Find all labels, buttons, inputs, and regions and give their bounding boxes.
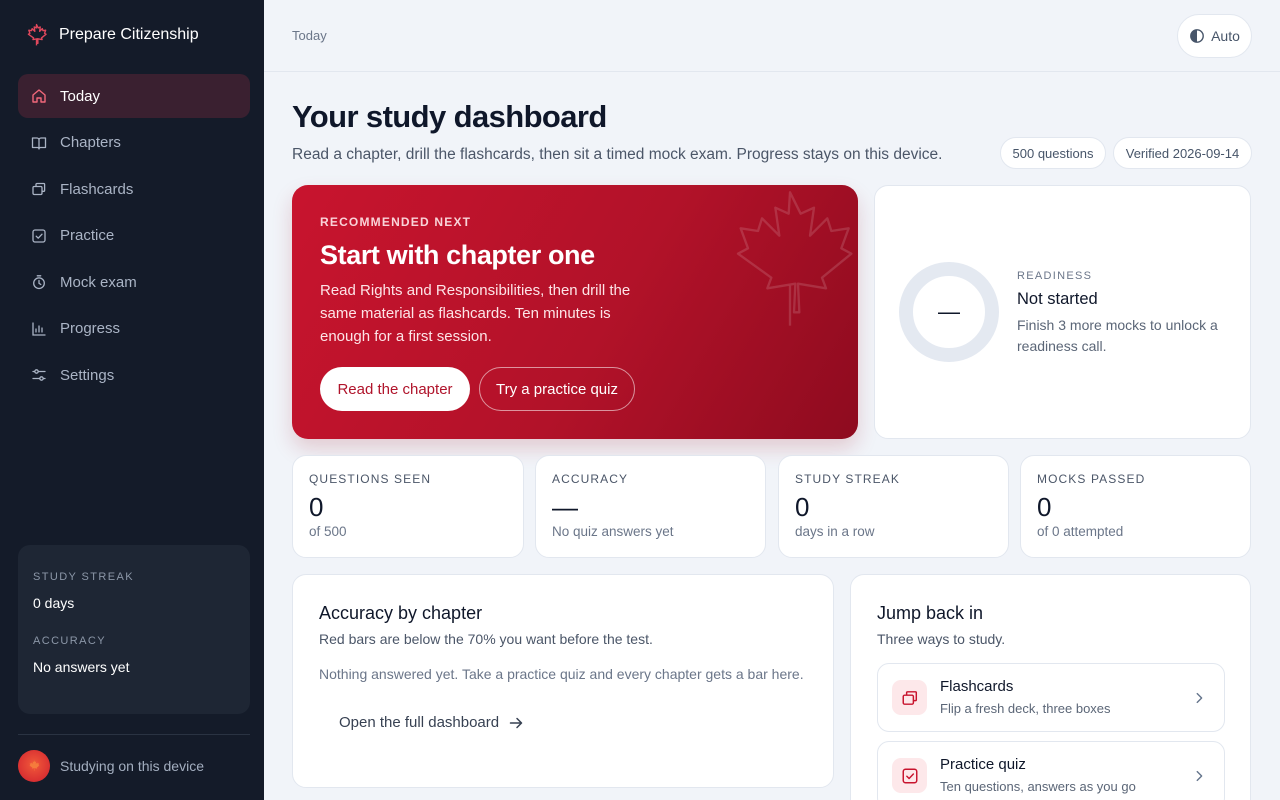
stat-label: MOCKS PASSED <box>1037 472 1146 486</box>
page-title: Your study dashboard <box>292 99 607 134</box>
theme-toggle-label: Auto <box>1211 28 1240 44</box>
book-icon <box>31 135 47 151</box>
device-profile[interactable]: Studying on this device <box>18 750 204 782</box>
stat-subtext: of 500 <box>309 524 347 539</box>
hero-eyebrow: RECOMMENDED NEXT <box>320 215 472 229</box>
sidebar-nav: Today Chapters Flashcards Practice Mock … <box>18 74 250 400</box>
theme-toggle-button[interactable]: Auto <box>1177 14 1252 58</box>
cards-icon <box>31 181 47 197</box>
card-title: Jump back in <box>877 603 984 623</box>
contrast-icon <box>1189 28 1205 44</box>
sidebar-item-flashcards[interactable]: Flashcards <box>18 167 250 211</box>
cards-icon <box>892 680 927 715</box>
page-subtitle: Read a chapter, drill the flashcards, th… <box>292 146 943 163</box>
breadcrumb: Today <box>292 28 327 43</box>
sidebar-stats-card: STUDY STREAK 0 days ACCURACY No answers … <box>18 545 250 714</box>
stat-label: ACCURACY <box>552 472 629 486</box>
bar-chart-icon <box>31 321 47 337</box>
sliders-icon <box>31 367 47 383</box>
sidebar-item-label: Chapters <box>60 134 121 151</box>
maple-leaf-avatar-icon <box>27 759 41 773</box>
readiness-card: — READINESS Not started Finish 3 more mo… <box>874 185 1251 439</box>
jump-back-in-card: Jump back in Three ways to study. Flashc… <box>850 574 1251 800</box>
stat-subtext: of 0 attempted <box>1037 524 1124 539</box>
jump-item-flashcards[interactable]: Flashcards Flip a fresh deck, three boxe… <box>877 663 1225 732</box>
empty-state-text: Nothing answered yet. Take a practice qu… <box>319 666 804 682</box>
sidebar-item-progress[interactable]: Progress <box>18 307 250 351</box>
brand[interactable]: Prepare Citizenship <box>24 22 199 48</box>
sidebar-item-settings[interactable]: Settings <box>18 353 250 397</box>
sidebar-item-label: Practice <box>60 227 115 244</box>
stat-card-accuracy: ACCURACY — No quiz answers yet <box>535 455 766 558</box>
stat-label: QUESTIONS SEEN <box>309 472 432 486</box>
recommended-next-card: RECOMMENDED NEXT Start with chapter one … <box>292 185 858 439</box>
card-subtitle: Three ways to study. <box>877 631 1006 647</box>
stopwatch-icon <box>31 274 47 290</box>
read-chapter-button[interactable]: Read the chapter <box>320 367 470 411</box>
stat-label: STUDY STREAK <box>795 472 900 486</box>
readiness-ring-value: — <box>938 299 960 324</box>
card-title: Accuracy by chapter <box>319 603 483 623</box>
readiness-description: Finish 3 more mocks to unlock a readines… <box>1017 317 1218 354</box>
top-bar: Today Auto <box>264 0 1280 72</box>
hero-description: Read Rights and Responsibilities, then d… <box>320 282 631 345</box>
stat-card-study-streak: STUDY STREAK 0 days in a row <box>778 455 1009 558</box>
readiness-status: Not started <box>1017 290 1098 308</box>
accuracy-by-chapter-card: Accuracy by chapter Red bars are below t… <box>292 574 834 788</box>
app-name: Prepare Citizenship <box>59 26 199 43</box>
practice-quiz-button[interactable]: Try a practice quiz <box>479 367 635 411</box>
sidebar-streak-label: STUDY STREAK <box>33 571 134 583</box>
jump-item-title: Practice quiz <box>940 756 1026 773</box>
sidebar-divider <box>18 734 250 735</box>
maple-leaf-watermark-icon <box>710 185 858 339</box>
sidebar-item-label: Mock exam <box>60 273 137 291</box>
sidebar-item-label: Flashcards <box>60 180 134 198</box>
verified-date-badge: Verified 2026-09-14 <box>1113 137 1252 169</box>
open-dashboard-label: Open the full dashboard <box>339 714 500 731</box>
sidebar-item-mock-exam[interactable]: Mock exam <box>18 260 250 304</box>
hero-title: Start with chapter one <box>320 240 595 270</box>
stat-card-questions-seen: QUESTIONS SEEN 0 of 500 <box>292 455 524 558</box>
stat-value: 0 <box>1037 492 1052 522</box>
avatar <box>18 750 50 782</box>
stat-subtext: No quiz answers yet <box>552 524 674 539</box>
readiness-label: READINESS <box>1017 270 1093 282</box>
jump-item-description: Ten questions, answers as you go <box>940 779 1136 794</box>
stat-subtext: days in a row <box>795 524 875 539</box>
checkbox-icon <box>892 758 927 793</box>
sidebar-accuracy-value: No answers yet <box>33 659 130 675</box>
stat-value: 0 <box>795 492 810 522</box>
questions-count-badge: 500 questions <box>1000 137 1106 169</box>
jump-item-description: Flip a fresh deck, three boxes <box>940 701 1111 716</box>
stat-value: 0 <box>309 492 324 522</box>
stat-value: — <box>552 492 578 522</box>
maple-leaf-logo-icon <box>24 22 49 48</box>
jump-item-practice-quiz[interactable]: Practice quiz Ten questions, answers as … <box>877 741 1225 800</box>
sidebar-item-today[interactable]: Today <box>18 74 250 118</box>
main-content: Your study dashboard Read a chapter, dri… <box>264 72 1280 800</box>
home-icon <box>31 88 47 104</box>
arrow-right-icon <box>508 715 524 731</box>
sidebar-item-label: Today <box>60 87 101 105</box>
device-label: Studying on this device <box>60 758 204 774</box>
jump-item-title: Flashcards <box>940 678 1014 695</box>
sidebar: Prepare Citizenship Today Chapters Flash… <box>0 0 264 800</box>
sidebar-streak-value: 0 days <box>33 595 75 611</box>
chevron-right-icon <box>1192 691 1206 705</box>
card-subtitle: Red bars are below the 70% you want befo… <box>319 631 653 647</box>
chevron-right-icon <box>1192 769 1206 783</box>
stat-card-mocks-passed: MOCKS PASSED 0 of 0 attempted <box>1020 455 1251 558</box>
open-dashboard-link[interactable]: Open the full dashboard <box>339 714 524 731</box>
sidebar-item-chapters[interactable]: Chapters <box>18 121 250 165</box>
sidebar-item-label: Progress <box>60 320 121 337</box>
sidebar-item-practice[interactable]: Practice <box>18 214 250 258</box>
sidebar-accuracy-label: ACCURACY <box>33 635 106 647</box>
sidebar-item-label: Settings <box>60 366 115 384</box>
checkbox-icon <box>31 228 47 244</box>
